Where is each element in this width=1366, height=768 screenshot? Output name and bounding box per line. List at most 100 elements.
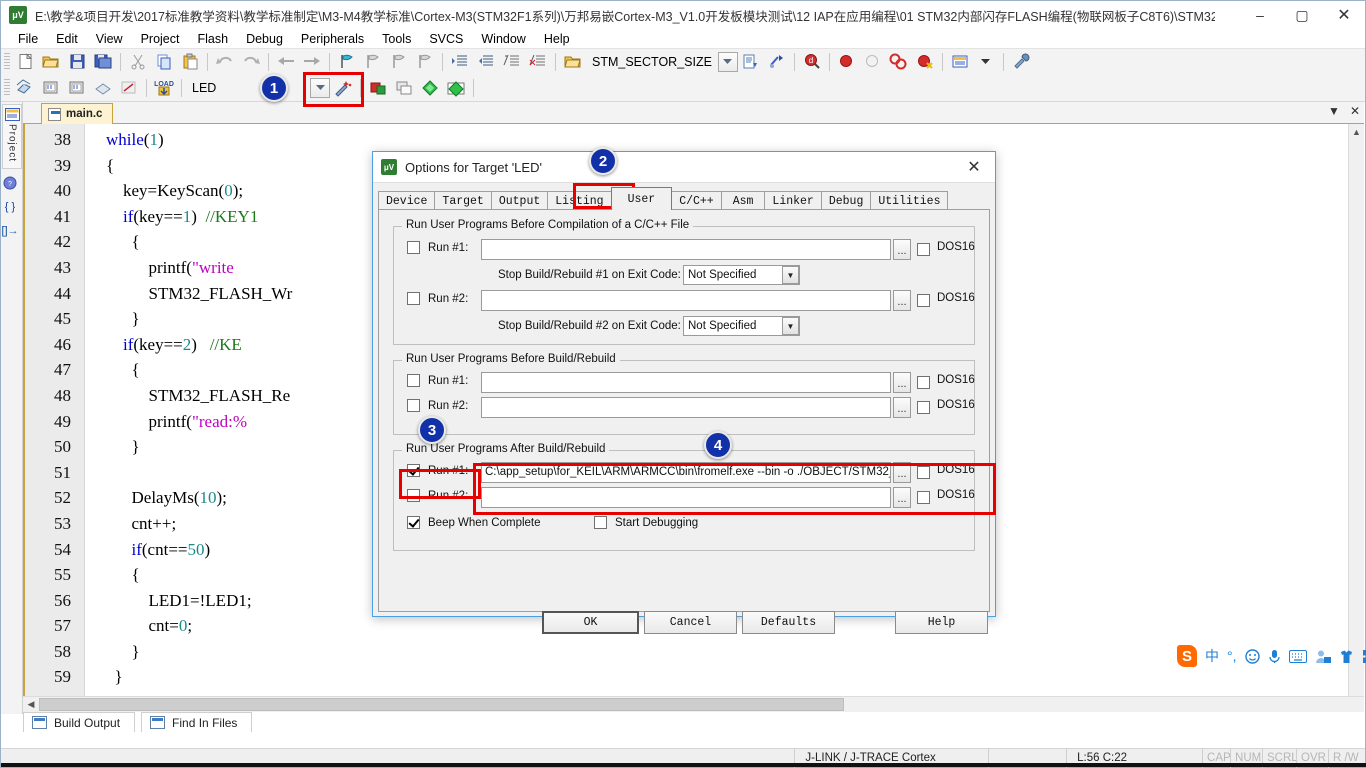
insert-file-icon[interactable] [738,51,764,73]
menu-svcs[interactable]: SVCS [420,31,472,47]
g2-run2-checkbox[interactable] [407,399,420,412]
tabstrip-close-icon[interactable]: ✕ [1350,104,1360,118]
scroll-up-icon[interactable]: ▲ [1349,124,1364,140]
redo-icon[interactable] [238,51,264,73]
stop-build-icon[interactable] [116,77,142,99]
g1-run2-checkbox[interactable] [407,292,420,305]
manage-multiproject-icon[interactable] [391,77,417,99]
ime-skin-icon[interactable] [1339,649,1354,664]
bookmark-toggle-icon[interactable] [334,51,360,73]
tab-user[interactable]: User [611,187,673,210]
g3-run2-browse-button[interactable]: ... [893,487,911,508]
menu-window[interactable]: Window [472,31,534,47]
chevron-down-icon[interactable]: ▼ [782,317,799,335]
g3-run2-input[interactable] [481,487,891,508]
tab-asm[interactable]: Asm [721,191,766,210]
scroll-left-icon[interactable]: ◀ [23,697,39,712]
ime-chinese-mode-icon[interactable]: 中 [1205,646,1219,666]
g1-stop2-select[interactable]: Not Specified ▼ [683,316,800,336]
maximize-button[interactable]: ▢ [1281,1,1323,29]
download-load-icon[interactable]: LOAD [151,77,177,99]
g2-run1-dos16-checkbox[interactable] [917,376,930,389]
ok-button[interactable]: OK [542,611,639,634]
cancel-button[interactable]: Cancel [644,611,737,634]
target-options-wand-icon[interactable] [330,77,356,99]
paste-icon[interactable] [177,51,203,73]
tab-output[interactable]: Output [491,191,548,210]
forward-arrow-icon[interactable] [299,51,325,73]
tab-find-in-files[interactable]: Find In Files [141,712,252,732]
hscroll-thumb[interactable] [39,698,844,711]
back-arrow-icon[interactable] [273,51,299,73]
functions-icon[interactable]: []→ [1,221,19,241]
sidebar-item-project[interactable]: Project [2,104,22,169]
menu-peripherals[interactable]: Peripherals [292,31,373,47]
g3-run2-checkbox[interactable] [407,489,420,502]
breakpoint-insert-icon[interactable] [834,51,860,73]
uncomment-lines-icon[interactable] [525,51,551,73]
menu-tools[interactable]: Tools [373,31,420,47]
g3-beep-row[interactable]: Beep When Complete [407,516,541,529]
manage-windows-dropdown-icon[interactable] [973,51,999,73]
g3-run1-browse-button[interactable]: ... [893,462,911,483]
find-in-files-icon[interactable]: d [799,51,825,73]
defaults-button[interactable]: Defaults [742,611,835,634]
save-all-icon[interactable] [90,51,116,73]
pack-installer-env-icon[interactable] [443,77,469,99]
undo-icon[interactable] [212,51,238,73]
g1-run2-input[interactable] [481,290,891,311]
tab-linker[interactable]: Linker [764,191,821,210]
tab-c-cpp[interactable]: C/C++ [671,191,722,210]
new-file-icon[interactable] [12,51,38,73]
target-dropdown-arrow[interactable] [310,78,330,98]
copy-icon[interactable] [151,51,177,73]
toolbar-grip[interactable] [4,53,10,71]
breakpoint-kill-all-icon[interactable] [886,51,912,73]
g1-run1-checkbox[interactable] [407,241,420,254]
tabstrip-dropdown-icon[interactable]: ▼ [1328,104,1340,118]
open-file-folder-icon[interactable] [560,51,586,73]
batch-build-icon[interactable] [90,77,116,99]
g2-run1-browse-button[interactable]: ... [893,372,911,393]
menu-edit[interactable]: Edit [47,31,87,47]
g3-startdbg-checkbox[interactable] [594,516,607,529]
sogou-logo-icon[interactable]: S [1177,645,1197,667]
g3-run1-checkbox[interactable] [407,464,420,477]
g2-run1-input[interactable] [481,372,891,393]
goto-definition-icon[interactable] [764,51,790,73]
rebuild-all-icon[interactable] [64,77,90,99]
menu-help[interactable]: Help [535,31,579,47]
manage-project-items-icon[interactable] [365,77,391,99]
indent-right-icon[interactable] [447,51,473,73]
manage-windows-icon[interactable] [947,51,973,73]
menu-project[interactable]: Project [132,31,189,47]
ime-voice-input-icon[interactable] [1268,649,1281,664]
tab-build-output[interactable]: Build Output [23,712,135,732]
ime-toolbox-icon[interactable] [1362,649,1366,664]
g2-run2-dos16-checkbox[interactable] [917,401,930,414]
g3-run1-input[interactable]: C:\app_setup\for_KEIL\ARM\ARMCC\bin\from… [481,462,891,483]
ime-soft-keyboard-icon[interactable] [1289,650,1307,663]
g1-run2-dos16-checkbox[interactable] [917,294,930,307]
g3-beep-checkbox[interactable] [407,516,420,529]
dialog-close-button[interactable]: ✕ [955,152,993,182]
menu-debug[interactable]: Debug [237,31,292,47]
indent-left-icon[interactable] [473,51,499,73]
g1-stop1-select[interactable]: Not Specified ▼ [683,265,800,285]
menu-view[interactable]: View [87,31,132,47]
g2-run2-browse-button[interactable]: ... [893,397,911,418]
open-file-icon[interactable] [38,51,64,73]
g1-run1-dos16-checkbox[interactable] [917,243,930,256]
build-target-icon[interactable] [38,77,64,99]
ime-punctuation-icon[interactable]: °, [1227,648,1237,664]
translate-file-icon[interactable] [12,77,38,99]
pack-installer-icon[interactable] [417,77,443,99]
tab-listing[interactable]: Listing [547,191,611,210]
editor-vertical-scrollbar[interactable]: ▲ [1348,124,1364,696]
braces-icon[interactable]: { } [1,197,19,217]
cut-icon[interactable] [125,51,151,73]
configure-icon[interactable] [1008,51,1034,73]
g2-run1-checkbox[interactable] [407,374,420,387]
g1-run1-browse-button[interactable]: ... [893,239,911,260]
ime-emoji-icon[interactable] [1245,649,1260,664]
